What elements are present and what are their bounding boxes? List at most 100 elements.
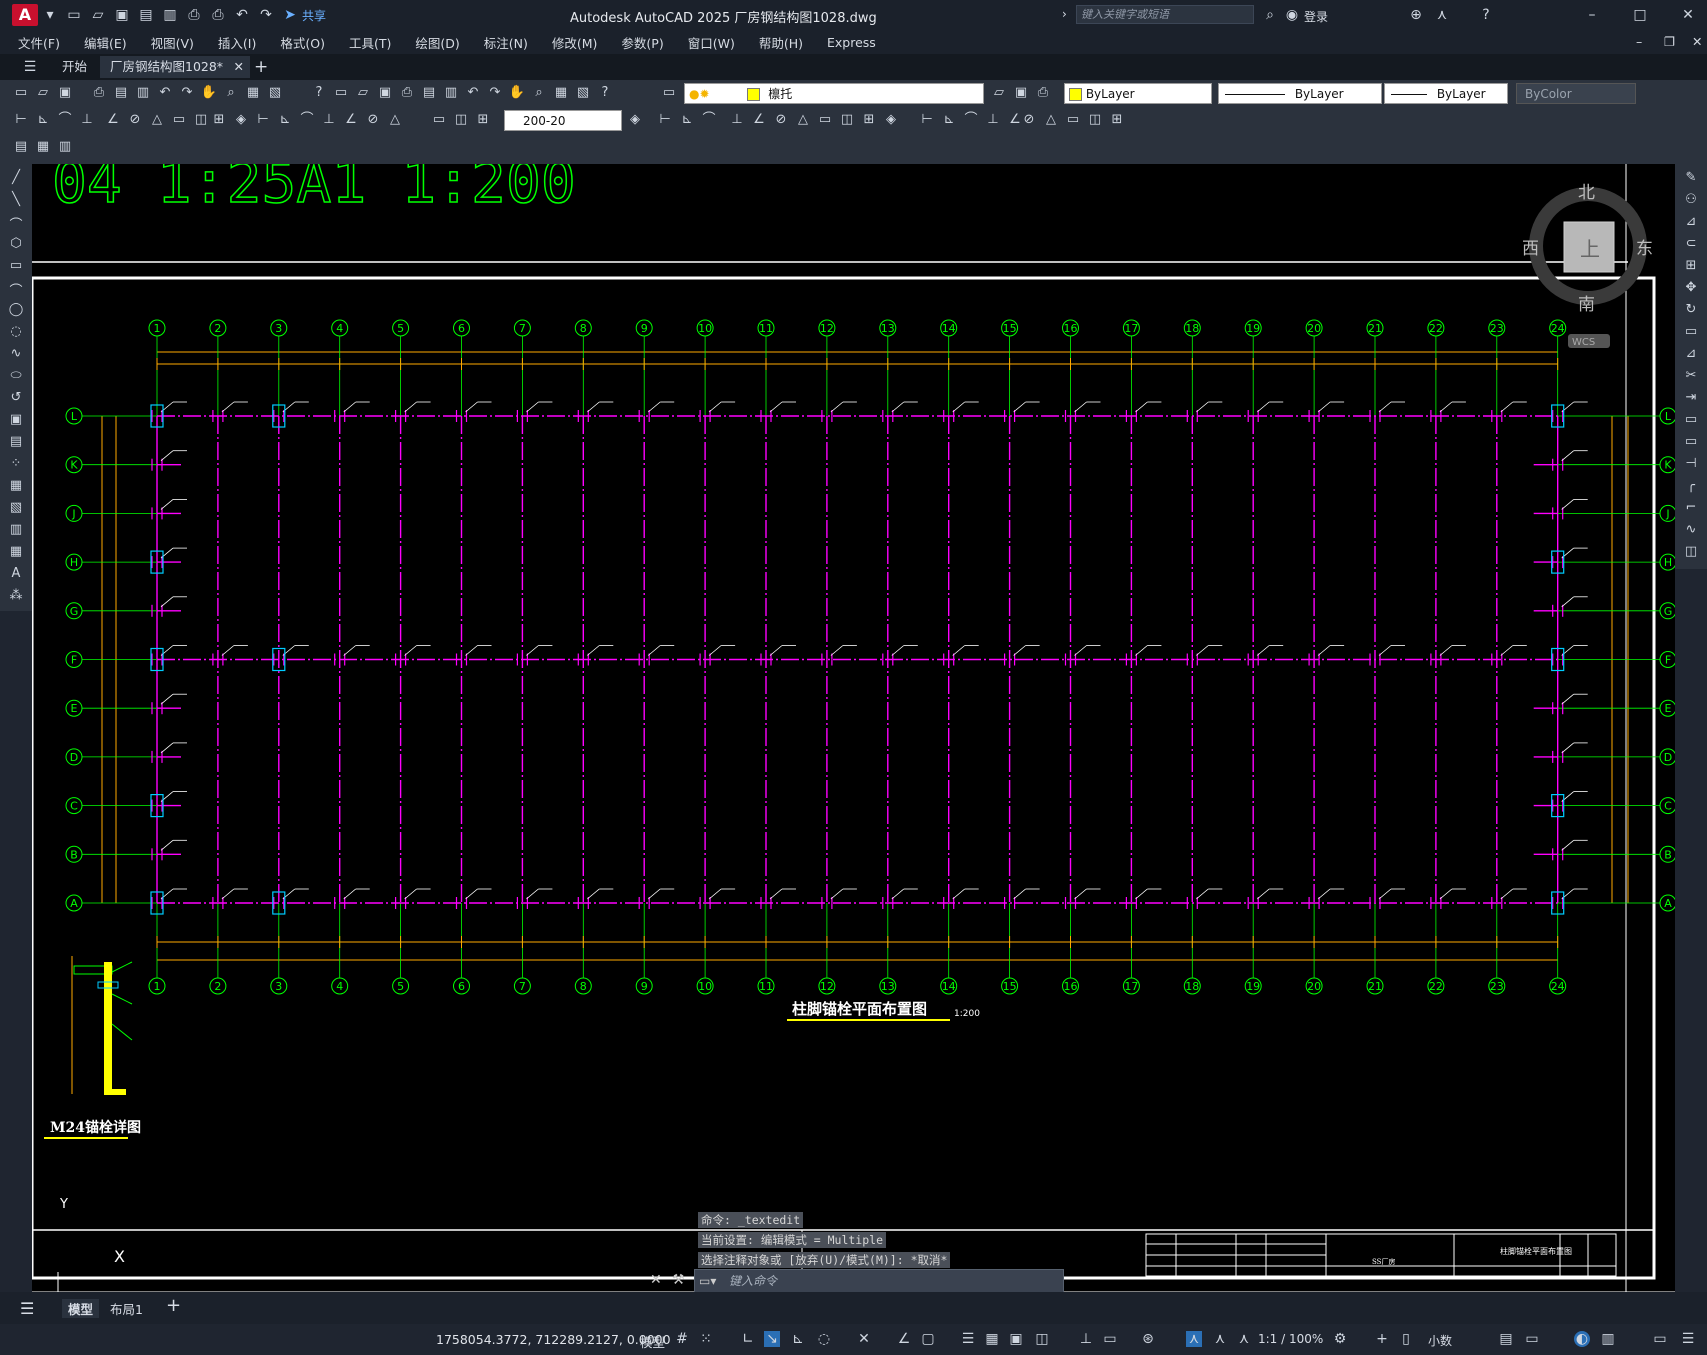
toolbar-tool-icon[interactable]: ▭ xyxy=(170,111,188,129)
toolbar-tool-icon[interactable]: ⌒ xyxy=(962,111,980,129)
graphics-performance-icon[interactable]: ▥ xyxy=(1600,1331,1616,1347)
toolbar-tool-icon[interactable]: ▱ xyxy=(354,84,372,102)
toolbar-tool-icon[interactable]: ⊾ xyxy=(276,111,294,129)
toolbar-tool-icon[interactable]: ▧ xyxy=(574,84,592,102)
maximize-icon[interactable]: □ xyxy=(1632,7,1648,23)
palette-tool-icon[interactable]: ⬭ xyxy=(7,368,25,386)
transparency-icon[interactable]: ▦ xyxy=(984,1331,1000,1347)
palette-tool-icon[interactable]: ▣ xyxy=(7,412,25,430)
minimize-icon[interactable]: – xyxy=(1584,7,1600,23)
palette-tool-icon[interactable]: ↻ xyxy=(1682,302,1700,320)
search-icon[interactable]: ⌕ xyxy=(1262,7,1278,23)
menu-draw[interactable]: 绘图(D) xyxy=(415,33,459,52)
new-file-icon[interactable]: ▭ xyxy=(66,7,82,23)
toolbar-tool-icon[interactable]: ▱ xyxy=(34,84,52,102)
palette-tool-icon[interactable]: A xyxy=(7,566,25,584)
toolbar-tool-icon[interactable]: ▦ xyxy=(34,138,52,156)
palette-tool-icon[interactable]: ▭ xyxy=(1682,412,1700,430)
toolbar-tool-icon[interactable]: ⊘ xyxy=(772,111,790,129)
toolbar-tool-icon[interactable]: ⊢ xyxy=(656,111,674,129)
palette-tool-icon[interactable]: ⇥ xyxy=(1682,390,1700,408)
toolbar-tool-icon[interactable]: ↶ xyxy=(156,84,174,102)
palette-tool-icon[interactable]: ⬡ xyxy=(7,236,25,254)
auto-scale-icon[interactable]: ⋏ xyxy=(1212,1331,1228,1347)
close-icon[interactable]: ✕ xyxy=(1680,7,1696,23)
menu-express[interactable]: Express xyxy=(827,35,876,50)
palette-tool-icon[interactable]: ⌒ xyxy=(7,214,25,233)
toolbar-tool-icon[interactable]: ⊞ xyxy=(1108,111,1126,129)
toolbar-tool-icon[interactable]: ◫ xyxy=(192,111,210,129)
menu-dimension[interactable]: 标注(N) xyxy=(484,33,528,52)
palette-tool-icon[interactable]: ◫ xyxy=(1682,544,1700,562)
menu-insert[interactable]: 插入(I) xyxy=(218,33,256,52)
toolbar-tool-icon[interactable]: ⌕ xyxy=(222,84,240,102)
toolbar-tool-icon[interactable]: ▱ xyxy=(990,84,1008,102)
palette-tool-icon[interactable]: ∿ xyxy=(7,346,25,364)
toolbar-tool-icon[interactable]: △ xyxy=(386,111,404,129)
dimstyle-dropdown[interactable]: 200-20 xyxy=(504,110,622,131)
toolbar-tool-icon[interactable]: ▥ xyxy=(134,84,152,102)
units-value[interactable]: 小数 xyxy=(1428,1332,1452,1349)
toolbar-tool-icon[interactable]: ✋ xyxy=(508,84,526,102)
user-icon[interactable]: ◉ xyxy=(1284,7,1300,23)
gizmo-icon[interactable]: ⊛ xyxy=(1140,1331,1156,1347)
toolbar-tool-icon[interactable]: ⊢ xyxy=(12,111,30,129)
hamburger-menu-icon[interactable]: ☰ xyxy=(22,59,38,75)
viewcube[interactable]: 上 北 南 东 西 WCS xyxy=(1522,183,1653,348)
menu-help[interactable]: 帮助(H) xyxy=(759,33,803,52)
expand-arrow-icon[interactable]: › xyxy=(1062,7,1067,21)
toolbar-tool-icon[interactable]: ⊾ xyxy=(940,111,958,129)
palette-tool-icon[interactable]: ╱ xyxy=(7,170,25,188)
save-icon[interactable]: ▣ xyxy=(114,7,130,23)
share-icon[interactable]: ➤ xyxy=(282,7,298,23)
palette-tool-icon[interactable]: ▭ xyxy=(1682,324,1700,342)
toolbar-tool-icon[interactable]: ◈ xyxy=(626,111,644,129)
toolbar-tool-icon[interactable]: ▥ xyxy=(442,84,460,102)
toolbar-tool-icon[interactable]: ⊘ xyxy=(364,111,382,129)
new-tab-plus-icon[interactable]: + xyxy=(254,56,268,78)
toolbar-tool-icon[interactable]: ⊢ xyxy=(254,111,272,129)
chevron-down-icon[interactable]: ▾ xyxy=(42,7,58,23)
selection-filter-icon[interactable]: ▭ xyxy=(1102,1331,1118,1347)
toolbar-tool-icon[interactable]: ▭ xyxy=(1064,111,1082,129)
palette-tool-icon[interactable]: ∿ xyxy=(1682,522,1700,540)
menu-format[interactable]: 格式(O) xyxy=(280,33,325,52)
palette-tool-icon[interactable]: ▤ xyxy=(7,434,25,452)
quick-properties-icon[interactable]: ▤ xyxy=(1498,1331,1514,1347)
grid-icon[interactable]: # xyxy=(674,1331,690,1347)
annotation-monitor-icon[interactable]: + xyxy=(1374,1331,1390,1347)
viewcube-east[interactable]: 东 xyxy=(1636,239,1653,259)
toolbar-tool-icon[interactable]: ▭ xyxy=(332,84,350,102)
share-label[interactable]: 共享 xyxy=(302,7,326,24)
viewcube-west[interactable]: 西 xyxy=(1522,239,1539,259)
print-icon[interactable]: ⎙ xyxy=(210,7,226,23)
redo-icon[interactable]: ↷ xyxy=(258,7,274,23)
toolbar-tool-icon[interactable]: ✋ xyxy=(200,84,218,102)
snap-icon[interactable]: ⁙ xyxy=(698,1331,714,1347)
toolbar-tool-icon[interactable]: ⊞ xyxy=(210,111,228,129)
toolbar-tool-icon[interactable]: ⊥ xyxy=(320,111,338,129)
layout-menu-icon[interactable]: ☰ xyxy=(20,1299,34,1318)
toolbar-tool-icon[interactable]: ⊾ xyxy=(678,111,696,129)
toolbar-tool-icon[interactable]: ◫ xyxy=(838,111,856,129)
ortho-icon[interactable]: ∟ xyxy=(740,1331,756,1347)
palette-tool-icon[interactable]: ⁂ xyxy=(7,588,25,606)
menu-tools[interactable]: 工具(T) xyxy=(349,33,391,52)
toolbar-tool-icon[interactable]: ◫ xyxy=(1086,111,1104,129)
palette-tool-icon[interactable]: ⊿ xyxy=(1682,346,1700,364)
dynamic-ucs-icon[interactable]: ⊥ xyxy=(1078,1331,1094,1347)
palette-tool-icon[interactable]: ◌ xyxy=(7,324,25,342)
model-space-toggle[interactable]: 模型 xyxy=(640,1332,665,1351)
palette-tool-icon[interactable]: ⊿ xyxy=(1682,214,1700,232)
isodraft-icon[interactable]: ⊾ xyxy=(790,1331,806,1347)
toolbar-tool-icon[interactable]: ◫ xyxy=(452,111,470,129)
toolbar-tool-icon[interactable]: ↷ xyxy=(178,84,196,102)
doc-close-icon[interactable]: ✕ xyxy=(1692,34,1702,49)
coordinate-readout[interactable]: 1758054.3772, 712289.2127, 0.0000 xyxy=(436,1332,671,1347)
toolbar-tool-icon[interactable]: ⌒ xyxy=(298,111,316,129)
menu-modify[interactable]: 修改(M) xyxy=(552,33,598,52)
toolbar-tool-icon[interactable]: ▭ xyxy=(816,111,834,129)
viewcube-north[interactable]: 北 xyxy=(1578,183,1595,203)
toolbar-tool-icon[interactable]: ? xyxy=(310,84,328,102)
toolbar-tool-icon[interactable]: ⌒ xyxy=(700,111,718,129)
